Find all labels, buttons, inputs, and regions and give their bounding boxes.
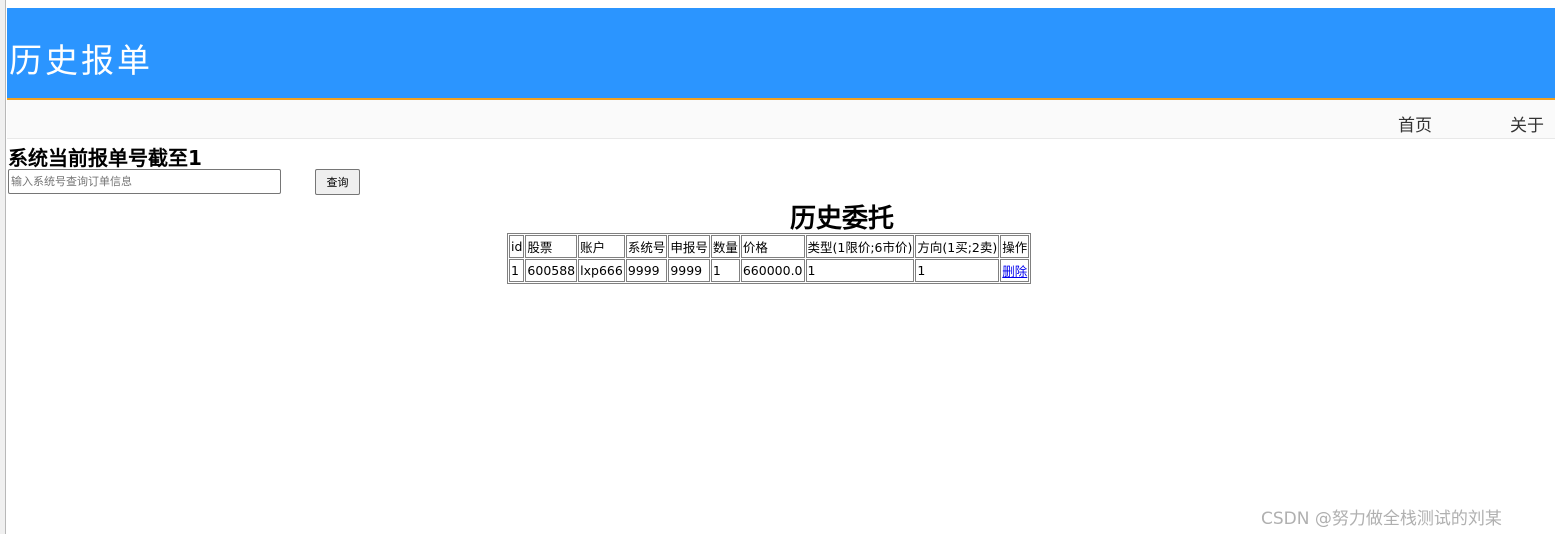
cell-declare-no: 9999 [668, 259, 710, 282]
table-header-row: id 股票 账户 系统号 申报号 数量 价格 类型(1限价;6市价) 方向(1买… [509, 235, 1030, 258]
page: 历史报单 首页 关于 系统当前报单号截至1 查询 历史委托 id 股票 账户 系… [7, 0, 1555, 534]
column-header-direction: 方向(1买;2卖) [915, 235, 1000, 258]
window-left-edge [0, 0, 6, 534]
column-header-system-no: 系统号 [625, 235, 668, 258]
column-header-account: 账户 [578, 235, 625, 258]
page-title: 历史报单 [9, 41, 153, 80]
cell-system-no: 9999 [625, 259, 668, 282]
cell-account: lxp666 [578, 259, 625, 282]
nav-home-link[interactable]: 首页 [1398, 111, 1432, 136]
query-button[interactable]: 查询 [315, 169, 360, 195]
page-header: 历史报单 [7, 8, 1555, 100]
column-header-action: 操作 [1000, 235, 1030, 258]
table-row: 1 600588 lxp666 9999 9999 1 660000.0 1 1… [509, 259, 1030, 282]
column-header-id: id [509, 235, 525, 258]
csdn-watermark: CSDN @努力做全栈测试的刘某 [1261, 509, 1502, 529]
cell-type: 1 [805, 259, 915, 282]
history-orders-heading: 历史委托 [789, 204, 894, 234]
cell-stock: 600588 [525, 259, 578, 282]
delete-link[interactable]: 删除 [1002, 264, 1027, 279]
cell-quantity: 1 [710, 259, 740, 282]
column-header-stock: 股票 [525, 235, 578, 258]
order-number-status: 系统当前报单号截至1 [8, 146, 202, 170]
cell-action: 删除 [1000, 259, 1030, 282]
nav-about-link[interactable]: 关于 [1510, 111, 1544, 136]
column-header-price: 价格 [740, 235, 805, 258]
column-header-type: 类型(1限价;6市价) [805, 235, 915, 258]
history-orders-table: id 股票 账户 系统号 申报号 数量 价格 类型(1限价;6市价) 方向(1买… [507, 233, 1032, 284]
cell-direction: 1 [915, 259, 1000, 282]
top-nav: 首页 关于 [7, 100, 1555, 139]
cell-id: 1 [509, 259, 525, 282]
column-header-quantity: 数量 [710, 235, 740, 258]
column-header-declare-no: 申报号 [668, 235, 710, 258]
system-number-search-input[interactable] [8, 169, 281, 194]
cell-price: 660000.0 [740, 259, 805, 282]
